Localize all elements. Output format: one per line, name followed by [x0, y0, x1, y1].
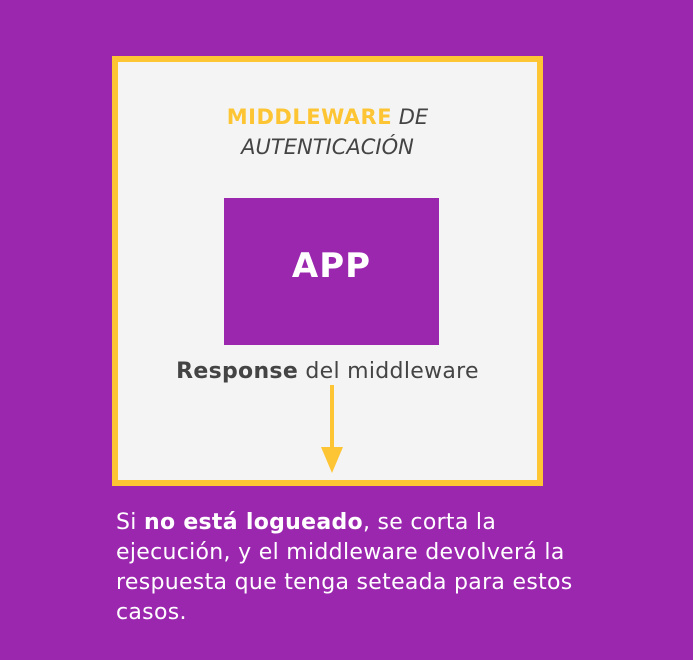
- response-label-rest: del middleware: [305, 359, 479, 384]
- caption-bold: no está logueado: [143, 510, 363, 535]
- caption-line1-rest: , se corta la: [362, 510, 497, 535]
- response-label: Response del middleware: [118, 359, 537, 384]
- caption-line-1: Si no está logueado, se corta la: [116, 508, 676, 538]
- middleware-box: MIDDLEWARE DE AUTENTICACIÓN APP Response…: [112, 56, 543, 486]
- caption-prefix: Si: [116, 510, 137, 535]
- caption-line-4: casos.: [116, 600, 187, 625]
- middleware-title-line2: AUTENTICACIÓN: [241, 135, 414, 159]
- middleware-title-rest: DE: [398, 105, 429, 129]
- app-label: APP: [291, 245, 372, 286]
- caption-text: Si no está logueado, se corta la ejecuci…: [116, 508, 676, 628]
- caption-line-2: ejecución, y el middleware devolverá la: [116, 540, 565, 565]
- middleware-title: MIDDLEWARE DE AUTENTICACIÓN: [118, 102, 537, 162]
- middleware-title-highlight: MIDDLEWARE: [226, 105, 393, 129]
- down-arrow-icon: [321, 385, 343, 473]
- app-box: APP: [224, 198, 439, 345]
- response-label-bold: Response: [176, 359, 299, 384]
- caption-line-3: respuesta que tenga seteada para estos: [116, 570, 573, 595]
